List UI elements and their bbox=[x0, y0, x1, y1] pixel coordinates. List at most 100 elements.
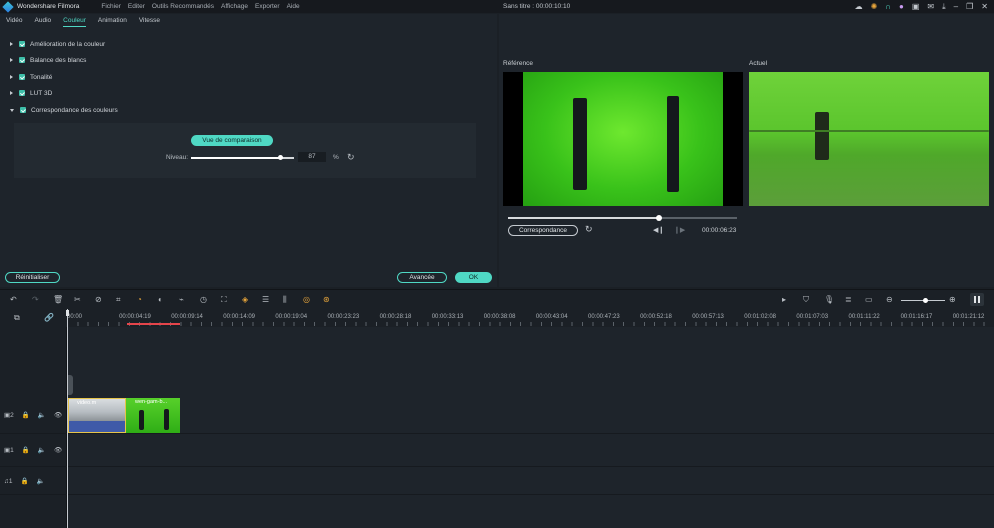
undo-icon[interactable]: ↶ bbox=[10, 295, 17, 304]
audio-mix-icon[interactable]: ⫼ bbox=[283, 295, 287, 304]
menu-help[interactable]: Aide bbox=[287, 3, 300, 10]
ruler-label: 00:00:33:13 bbox=[431, 314, 464, 320]
minimize-icon[interactable]: – bbox=[954, 2, 958, 11]
reset-button[interactable]: Réinitialiser bbox=[5, 272, 60, 283]
menu-tools[interactable]: Outils Recommandés bbox=[152, 3, 214, 10]
save-icon[interactable]: ▣ bbox=[912, 2, 920, 11]
chevron-right-icon[interactable] bbox=[10, 75, 13, 79]
adjust-icon[interactable]: ☰ bbox=[262, 295, 269, 304]
zoom-out-icon[interactable]: ⊖ bbox=[886, 295, 893, 304]
preview-progress-fill bbox=[508, 217, 660, 219]
section-lut-3d[interactable]: LUT 3D bbox=[10, 88, 52, 98]
tab-color[interactable]: Couleur bbox=[63, 17, 86, 27]
cloud-icon[interactable]: ☁ bbox=[855, 2, 863, 11]
lock-icon[interactable]: 🔒 bbox=[21, 477, 29, 485]
snapshot-icon[interactable]: ▭ bbox=[865, 295, 873, 304]
track-number: 1 bbox=[10, 447, 14, 454]
close-icon[interactable]: ✕ bbox=[981, 2, 988, 11]
mute-icon[interactable]: 🔈 bbox=[37, 477, 45, 485]
color-icon[interactable]: ◐ bbox=[158, 295, 163, 304]
chevron-down-icon[interactable] bbox=[10, 108, 14, 112]
timeline-ruler[interactable]: ⧉ 🔗 00:00 00:00:04:19 00:00:09:14 00:00:14:… bbox=[0, 309, 994, 327]
video-track-icon: ▣2 bbox=[4, 412, 14, 419]
chevron-right-icon[interactable] bbox=[10, 91, 13, 95]
playhead[interactable] bbox=[67, 309, 68, 528]
account-icon[interactable]: ● bbox=[899, 2, 904, 11]
mute-icon[interactable]: 🔈 bbox=[38, 411, 46, 419]
ok-button[interactable]: OK bbox=[455, 272, 492, 283]
checkbox-icon[interactable] bbox=[19, 41, 25, 47]
chevron-right-icon[interactable] bbox=[10, 58, 13, 62]
pause-icon[interactable] bbox=[970, 293, 984, 306]
lock-icon[interactable]: 🔒 bbox=[22, 411, 30, 419]
advanced-button[interactable]: Avancée bbox=[397, 272, 447, 283]
section-white-balance[interactable]: Balance des blancs bbox=[10, 55, 86, 65]
zoom-slider-handle[interactable] bbox=[922, 297, 928, 303]
reference-person-left bbox=[573, 98, 587, 190]
menu-edit[interactable]: Editer bbox=[128, 3, 145, 10]
render-icon[interactable]: ▸ bbox=[782, 295, 786, 304]
level-input[interactable]: 87 bbox=[298, 152, 326, 162]
color-editor-panel: Vidéo Audio Couleur Animation Vitesse Am… bbox=[0, 14, 497, 287]
ruler-label: 00:00:47:23 bbox=[588, 314, 620, 320]
menu-file[interactable]: Fichier bbox=[101, 3, 121, 10]
reset-icon[interactable]: ↻ bbox=[347, 152, 355, 163]
playhead-handle[interactable] bbox=[66, 310, 69, 316]
next-frame-icon[interactable]: ❙▶ bbox=[674, 226, 685, 234]
zoom-in-icon[interactable]: ⊕ bbox=[949, 295, 956, 304]
green-screen-icon[interactable]: ◎ bbox=[303, 295, 310, 304]
marker-icon[interactable]: ⛉ bbox=[803, 295, 809, 304]
section-color-match[interactable]: Correspondance des couleurs bbox=[10, 105, 118, 115]
section-color-enhancement[interactable]: Amélioration de la couleur bbox=[10, 39, 105, 49]
checkbox-icon[interactable] bbox=[19, 90, 25, 96]
stabilize-icon[interactable]: ⌁ bbox=[179, 295, 184, 304]
level-slider[interactable] bbox=[191, 155, 294, 160]
effect-icon[interactable]: ⊛ bbox=[323, 295, 330, 304]
restore-icon[interactable]: ❐ bbox=[966, 2, 973, 11]
microphone-icon[interactable]: 🎙 bbox=[824, 295, 834, 304]
chevron-right-icon[interactable] bbox=[10, 42, 13, 46]
speed-icon[interactable]: ◔ bbox=[137, 295, 142, 304]
match-button[interactable]: Correspondance bbox=[508, 225, 578, 236]
timeline-clip-green-screen[interactable]: wen-gam-b... bbox=[126, 398, 180, 433]
lightbulb-icon[interactable]: ✺ bbox=[871, 2, 878, 11]
menu-export[interactable]: Exporter bbox=[255, 3, 280, 10]
tab-animation[interactable]: Animation bbox=[98, 17, 127, 27]
tab-video[interactable]: Vidéo bbox=[6, 17, 23, 27]
delete-icon[interactable]: 🗑 bbox=[53, 295, 63, 304]
tab-audio[interactable]: Audio bbox=[35, 17, 52, 27]
tab-speed[interactable]: Vitesse bbox=[139, 17, 160, 27]
headset-icon[interactable]: ∩ bbox=[885, 2, 891, 11]
crop-icon[interactable]: ⌗ bbox=[116, 295, 121, 304]
timeline-clip-video[interactable]: video.m bbox=[68, 398, 126, 433]
section-tone[interactable]: Tonalité bbox=[10, 72, 52, 82]
mute-icon[interactable]: 🔈 bbox=[38, 446, 46, 454]
preview-progress-bar[interactable] bbox=[508, 214, 737, 221]
eye-icon[interactable]: 👁 bbox=[54, 411, 62, 419]
tag-icon[interactable]: ⊘ bbox=[95, 295, 102, 304]
clip-person-right bbox=[164, 409, 169, 430]
eye-icon[interactable]: 👁 bbox=[54, 446, 62, 454]
fit-icon[interactable]: ⛶ bbox=[221, 295, 227, 304]
track-audio-1-controls: ♫1 🔒 🔈 bbox=[4, 477, 45, 486]
voiceover-icon[interactable]: ≣ bbox=[845, 295, 852, 304]
music-track-icon: ♫1 bbox=[4, 477, 13, 485]
link-icon[interactable]: 🔗 bbox=[44, 313, 54, 322]
checkbox-icon[interactable] bbox=[19, 57, 25, 63]
checkbox-icon[interactable] bbox=[20, 107, 26, 113]
reset-icon[interactable]: ↻ bbox=[585, 224, 593, 235]
comparison-view-button[interactable]: Vue de comparaison bbox=[191, 135, 273, 146]
lock-icon[interactable]: 🔒 bbox=[22, 446, 30, 454]
cut-icon[interactable]: ✂ bbox=[74, 295, 81, 304]
checkbox-icon[interactable] bbox=[19, 74, 25, 80]
menu-view[interactable]: Affichage bbox=[221, 3, 248, 10]
keyframe-icon[interactable]: ◈ bbox=[242, 295, 248, 304]
redo-icon[interactable]: ↷ bbox=[32, 295, 39, 304]
previous-frame-icon[interactable]: ◀❙ bbox=[653, 226, 664, 234]
download-icon[interactable]: ⤓ bbox=[942, 2, 946, 11]
level-slider-handle[interactable] bbox=[278, 155, 284, 160]
add-track-icon[interactable]: ⧉ bbox=[14, 313, 20, 322]
mail-icon[interactable]: ✉ bbox=[927, 2, 934, 11]
preview-progress-handle[interactable] bbox=[656, 214, 663, 221]
timer-icon[interactable]: ◷ bbox=[200, 295, 207, 304]
